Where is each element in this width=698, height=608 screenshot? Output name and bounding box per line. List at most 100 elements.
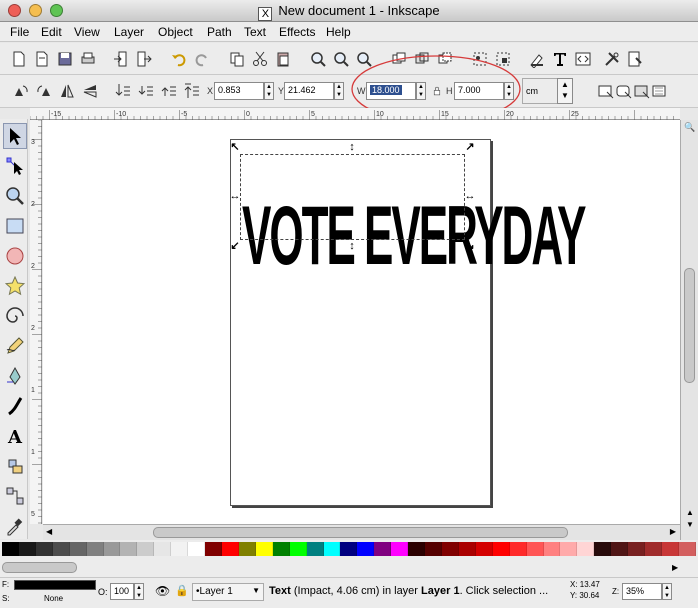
color-swatch[interactable] (205, 542, 222, 556)
document-properties-icon[interactable] (624, 48, 646, 70)
stroke-value[interactable]: None (44, 594, 63, 603)
redo-icon[interactable] (191, 48, 213, 70)
color-swatch[interactable] (323, 542, 341, 556)
menu-object[interactable]: Object (158, 25, 193, 39)
color-swatch[interactable] (272, 542, 290, 556)
opacity-field[interactable]: 100 (110, 583, 134, 600)
rotate-ccw-icon[interactable] (10, 80, 32, 102)
ellipse-tool-icon[interactable] (3, 243, 27, 269)
color-swatch[interactable] (221, 542, 239, 556)
color-swatch[interactable] (408, 542, 426, 556)
menu-layer[interactable]: Layer (114, 25, 144, 39)
color-swatch[interactable] (441, 542, 459, 556)
import-icon[interactable] (110, 48, 132, 70)
color-swatch[interactable] (120, 542, 138, 556)
layer-lock-icon[interactable]: 🔒 (175, 584, 189, 597)
y-spinner[interactable]: ▲ ▼ (334, 82, 344, 100)
color-swatch[interactable] (171, 542, 189, 556)
menu-effects[interactable]: Effects (279, 25, 315, 39)
color-swatch[interactable] (678, 542, 696, 556)
horizontal-scrollbar[interactable]: ◀ ▶ (43, 524, 680, 540)
color-swatch[interactable] (2, 542, 19, 556)
spiral-tool-icon[interactable] (3, 303, 27, 329)
print-icon[interactable] (77, 48, 99, 70)
text-font-icon[interactable] (549, 48, 571, 70)
rotate-cw-icon[interactable] (33, 80, 55, 102)
color-swatch[interactable] (391, 542, 409, 556)
raise-to-top-icon[interactable] (181, 80, 203, 102)
scale-handle-s[interactable]: ↕ (346, 240, 358, 252)
pen-tool-icon[interactable] (3, 363, 27, 389)
vertical-scrollbar[interactable]: 🔍 ▲ ▼ (680, 120, 698, 540)
color-swatch[interactable] (238, 542, 256, 556)
save-icon[interactable] (54, 48, 76, 70)
scale-handle-ne[interactable]: ↗ (464, 141, 476, 153)
color-swatch[interactable] (18, 542, 36, 556)
scroll-right-arrow[interactable]: ▶ (670, 527, 676, 536)
color-swatch[interactable] (492, 542, 510, 556)
text-tool-icon[interactable]: A (3, 423, 27, 449)
menu-edit[interactable]: Edit (41, 25, 62, 39)
color-swatch[interactable] (357, 542, 375, 556)
preferences-icon[interactable] (601, 48, 623, 70)
color-swatch[interactable] (543, 542, 561, 556)
scale-handle-nw[interactable]: ↖ (229, 141, 241, 153)
scroll-up-arrow[interactable]: ▲ (686, 508, 694, 517)
color-swatch[interactable] (340, 542, 358, 556)
menu-file[interactable]: File (10, 25, 29, 39)
cut-icon[interactable] (249, 48, 271, 70)
color-swatch[interactable] (69, 542, 87, 556)
horizontal-scroll-thumb[interactable] (153, 527, 568, 538)
menu-path[interactable]: Path (207, 25, 232, 39)
layer-visibility-icon[interactable]: 👁 (155, 584, 170, 598)
color-swatch[interactable] (154, 542, 172, 556)
menu-help[interactable]: Help (326, 25, 351, 39)
node-tool-icon[interactable] (3, 153, 27, 179)
xml-editor-icon[interactable] (572, 48, 594, 70)
x-field[interactable]: 0.853 (214, 82, 264, 100)
y-field[interactable]: 21.462 (284, 82, 334, 100)
color-swatch[interactable] (255, 542, 273, 556)
vertical-scroll-thumb[interactable] (684, 268, 695, 383)
zoom-tool-icon[interactable] (3, 183, 27, 209)
copy-icon[interactable] (226, 48, 248, 70)
selector-tool-icon[interactable] (3, 123, 27, 149)
calligraphy-tool-icon[interactable] (3, 393, 27, 419)
color-swatch[interactable] (86, 542, 104, 556)
color-swatch[interactable] (103, 542, 121, 556)
pencil-tool-icon[interactable] (3, 333, 27, 359)
color-swatch[interactable] (458, 542, 476, 556)
rectangle-tool-icon[interactable] (3, 213, 27, 239)
color-swatch[interactable] (35, 542, 53, 556)
color-swatch[interactable] (526, 542, 544, 556)
scroll-down-arrow[interactable]: ▼ (686, 520, 694, 529)
transform-patterns-icon[interactable] (649, 80, 671, 102)
menu-text[interactable]: Text (244, 25, 266, 39)
connector-tool-icon[interactable] (3, 483, 27, 509)
spray-tool-icon[interactable] (3, 453, 27, 479)
fill-stroke-icon[interactable] (526, 48, 548, 70)
layer-select[interactable]: •Layer 1 ▼ (192, 583, 264, 601)
color-swatch[interactable] (306, 542, 324, 556)
color-swatch[interactable] (509, 542, 527, 556)
flip-horizontal-icon[interactable] (56, 80, 78, 102)
color-swatch[interactable] (374, 542, 392, 556)
zoom-spinner[interactable]: ▲ ▼ (662, 583, 672, 600)
color-swatch[interactable] (289, 542, 307, 556)
opacity-spinner[interactable]: ▲ ▼ (134, 583, 144, 600)
x-spinner[interactable]: ▲ ▼ (264, 82, 274, 100)
dropper-tool-icon[interactable] (3, 513, 27, 539)
color-swatch[interactable] (594, 542, 612, 556)
scale-handle-w[interactable]: ↔ (229, 190, 241, 202)
color-swatch[interactable] (52, 542, 70, 556)
fill-swatch[interactable] (14, 580, 96, 590)
export-icon[interactable] (133, 48, 155, 70)
scale-handle-se[interactable]: ↘ (464, 240, 476, 252)
flip-vertical-icon[interactable] (79, 80, 101, 102)
raise-icon[interactable] (158, 80, 180, 102)
color-swatch[interactable] (645, 542, 662, 556)
scale-handle-n[interactable]: ↕ (346, 141, 358, 153)
color-swatch[interactable] (475, 542, 493, 556)
palette-scrollbar[interactable]: ▶ (0, 558, 698, 578)
new-document-icon[interactable] (8, 48, 30, 70)
